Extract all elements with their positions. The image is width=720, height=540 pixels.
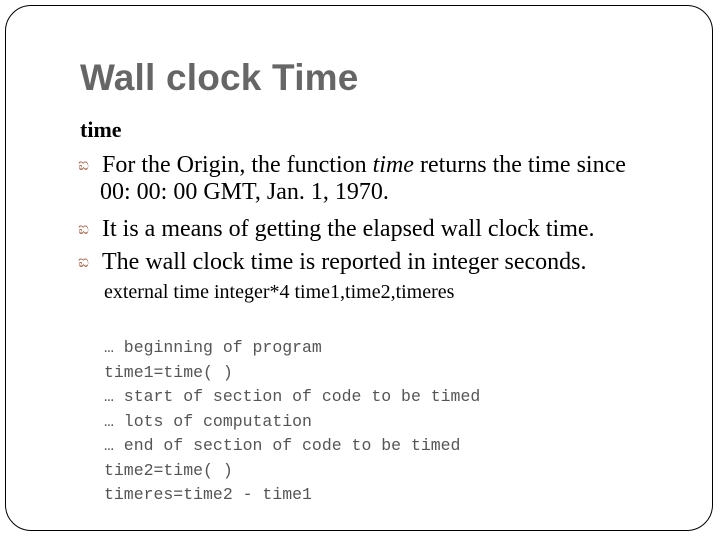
- bullet-text-after: returns the time since: [413, 152, 626, 178]
- curl-bullet-icon: ಐ: [78, 155, 89, 175]
- bullet-item: ಐ It is a means of getting the elapsed wa…: [78, 216, 595, 243]
- bullet-item: ಐ For the Origin, the function time retur…: [78, 152, 626, 206]
- curl-bullet-icon: ಐ: [78, 252, 89, 272]
- code-block: … beginning of program time1=time( ) … sta…: [104, 336, 480, 508]
- bullet-text-before: For the Origin, the function: [102, 152, 373, 178]
- slide-title: Wall clock Time: [80, 57, 359, 98]
- bullet-item: ಐ The wall clock time is reported in inte…: [78, 249, 587, 276]
- bullet-continuation: 00: 00: 00 GMT, Jan. 1, 1970.: [100, 179, 389, 205]
- bullet-text: It is a means of getting the elapsed wal…: [102, 216, 595, 242]
- code-line: time2=time( ): [104, 460, 233, 480]
- code-line: timeres=time2 - time1: [104, 485, 312, 504]
- code-line: … end of section of code to be timed: [104, 436, 461, 455]
- code-line: … beginning of program: [104, 338, 322, 357]
- function-name-emphasis: time: [372, 152, 414, 178]
- bullet-text: The wall clock time is reported in integ…: [102, 249, 587, 275]
- curl-bullet-icon: ಐ: [78, 219, 89, 239]
- code-line: … lots of computation: [104, 411, 312, 431]
- code-line: time1=time( ): [104, 362, 233, 382]
- code-line: … start of section of code to be timed: [104, 387, 481, 406]
- subheading: time: [80, 117, 122, 142]
- declaration-line: external time integer*4 time1,time2,time…: [104, 281, 455, 303]
